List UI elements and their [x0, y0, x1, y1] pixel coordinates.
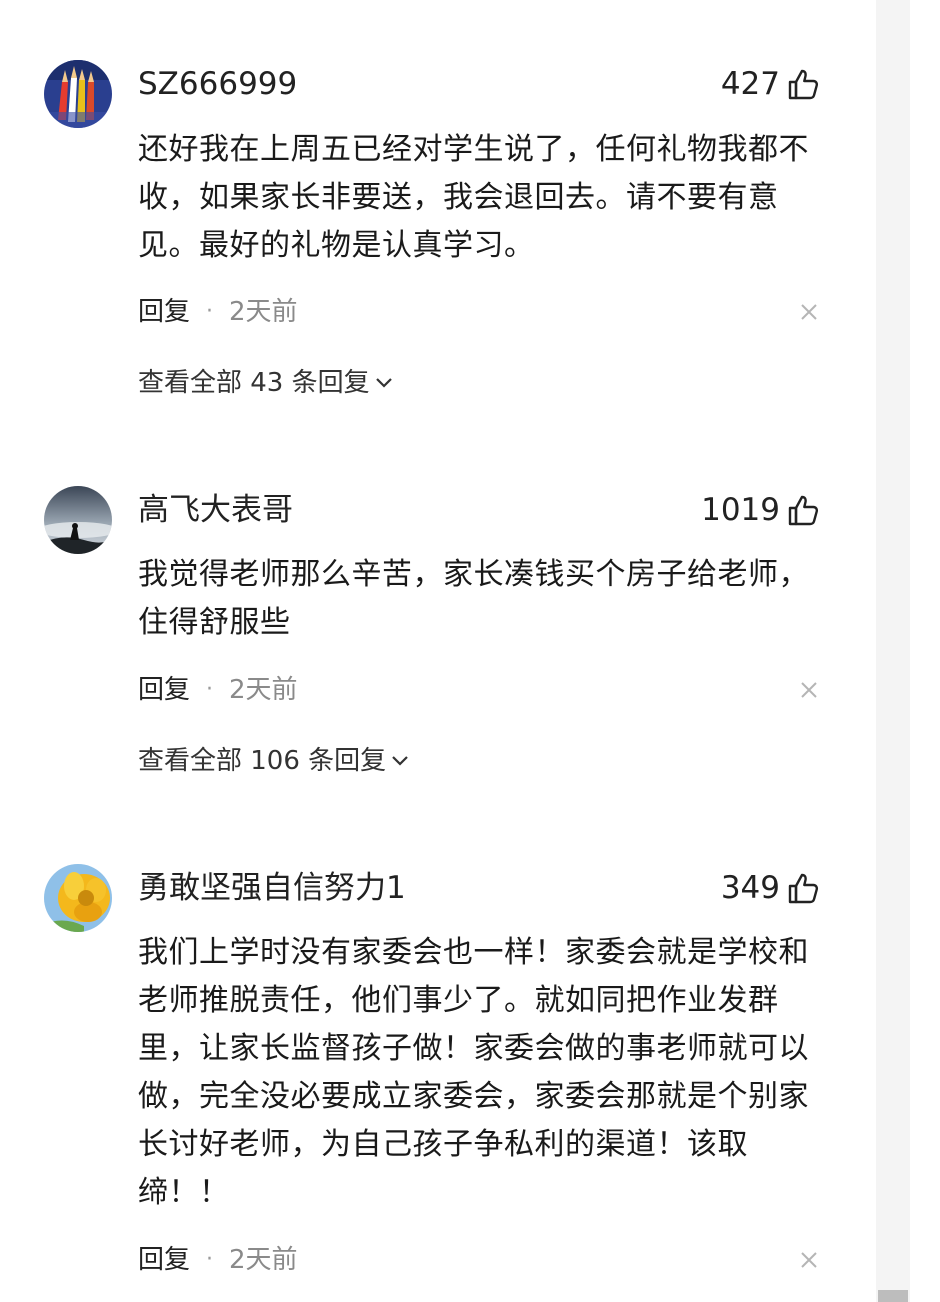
scrollbar-track[interactable] [876, 0, 910, 1302]
comment-meta: 回复 · 2天前 [138, 295, 298, 329]
like-count: 427 [720, 66, 780, 102]
timestamp: 2天前 [229, 675, 298, 705]
avatar[interactable] [44, 486, 112, 554]
reply-button[interactable]: 回复 [138, 673, 190, 707]
avatar[interactable] [44, 60, 112, 128]
like-count: 1019 [701, 492, 780, 528]
timestamp: 2天前 [229, 1245, 298, 1275]
close-icon[interactable] [798, 1249, 820, 1271]
comment-list: SZ666999 427 还好我在上周五已经对学生说了，任何礼物我都不收，如果家… [0, 0, 940, 1302]
separator-dot: · [206, 1247, 214, 1272]
username[interactable]: 勇敢坚强自信努力1 [138, 868, 406, 908]
close-icon[interactable] [798, 679, 820, 701]
comment-meta: 回复 · 2天前 [138, 673, 298, 707]
thumbs-up-icon[interactable] [786, 871, 820, 905]
view-all-replies-label: 查看全部 43 条回复 [138, 368, 370, 398]
reply-button[interactable]: 回复 [138, 295, 190, 329]
username[interactable]: SZ666999 [138, 64, 297, 104]
reply-button[interactable]: 回复 [138, 1243, 190, 1277]
avatar-landscape-image [44, 486, 112, 554]
like-button[interactable]: 427 [721, 64, 820, 104]
scrollbar-thumb[interactable] [878, 1290, 908, 1302]
separator-dot: · [206, 677, 214, 702]
view-all-replies-link[interactable]: 查看全部 43 条回复 [138, 366, 394, 400]
close-icon[interactable] [798, 301, 820, 323]
view-all-replies-link[interactable]: 查看全部 106 条回复 [138, 744, 410, 778]
chevron-down-icon [390, 754, 410, 768]
comment-meta: 回复 · 2天前 [138, 1243, 298, 1277]
separator-dot: · [206, 299, 214, 324]
like-count: 349 [720, 870, 780, 906]
username[interactable]: 高飞大表哥 [138, 490, 293, 530]
comment-text: 我觉得老师那么辛苦，家长凑钱买个房子给老师，住得舒服些 [138, 557, 809, 640]
avatar-sunflower-image [44, 864, 112, 932]
like-button[interactable]: 349 [721, 868, 820, 908]
thumbs-up-icon[interactable] [786, 493, 820, 527]
avatar-pencils-image [44, 60, 112, 128]
view-all-replies-label: 查看全部 106 条回复 [138, 746, 387, 776]
avatar[interactable] [44, 864, 112, 932]
timestamp: 2天前 [229, 297, 298, 327]
like-button[interactable]: 1019 [701, 490, 820, 530]
chevron-down-icon [374, 376, 394, 390]
thumbs-up-icon[interactable] [786, 67, 820, 101]
comment-text: 我们上学时没有家委会也一样！家委会就是学校和老师推脱责任，他们事少了。就如同把作… [138, 935, 809, 1210]
comment-text: 还好我在上周五已经对学生说了，任何礼物我都不收，如果家长非要送，我会退回去。请不… [138, 132, 809, 263]
